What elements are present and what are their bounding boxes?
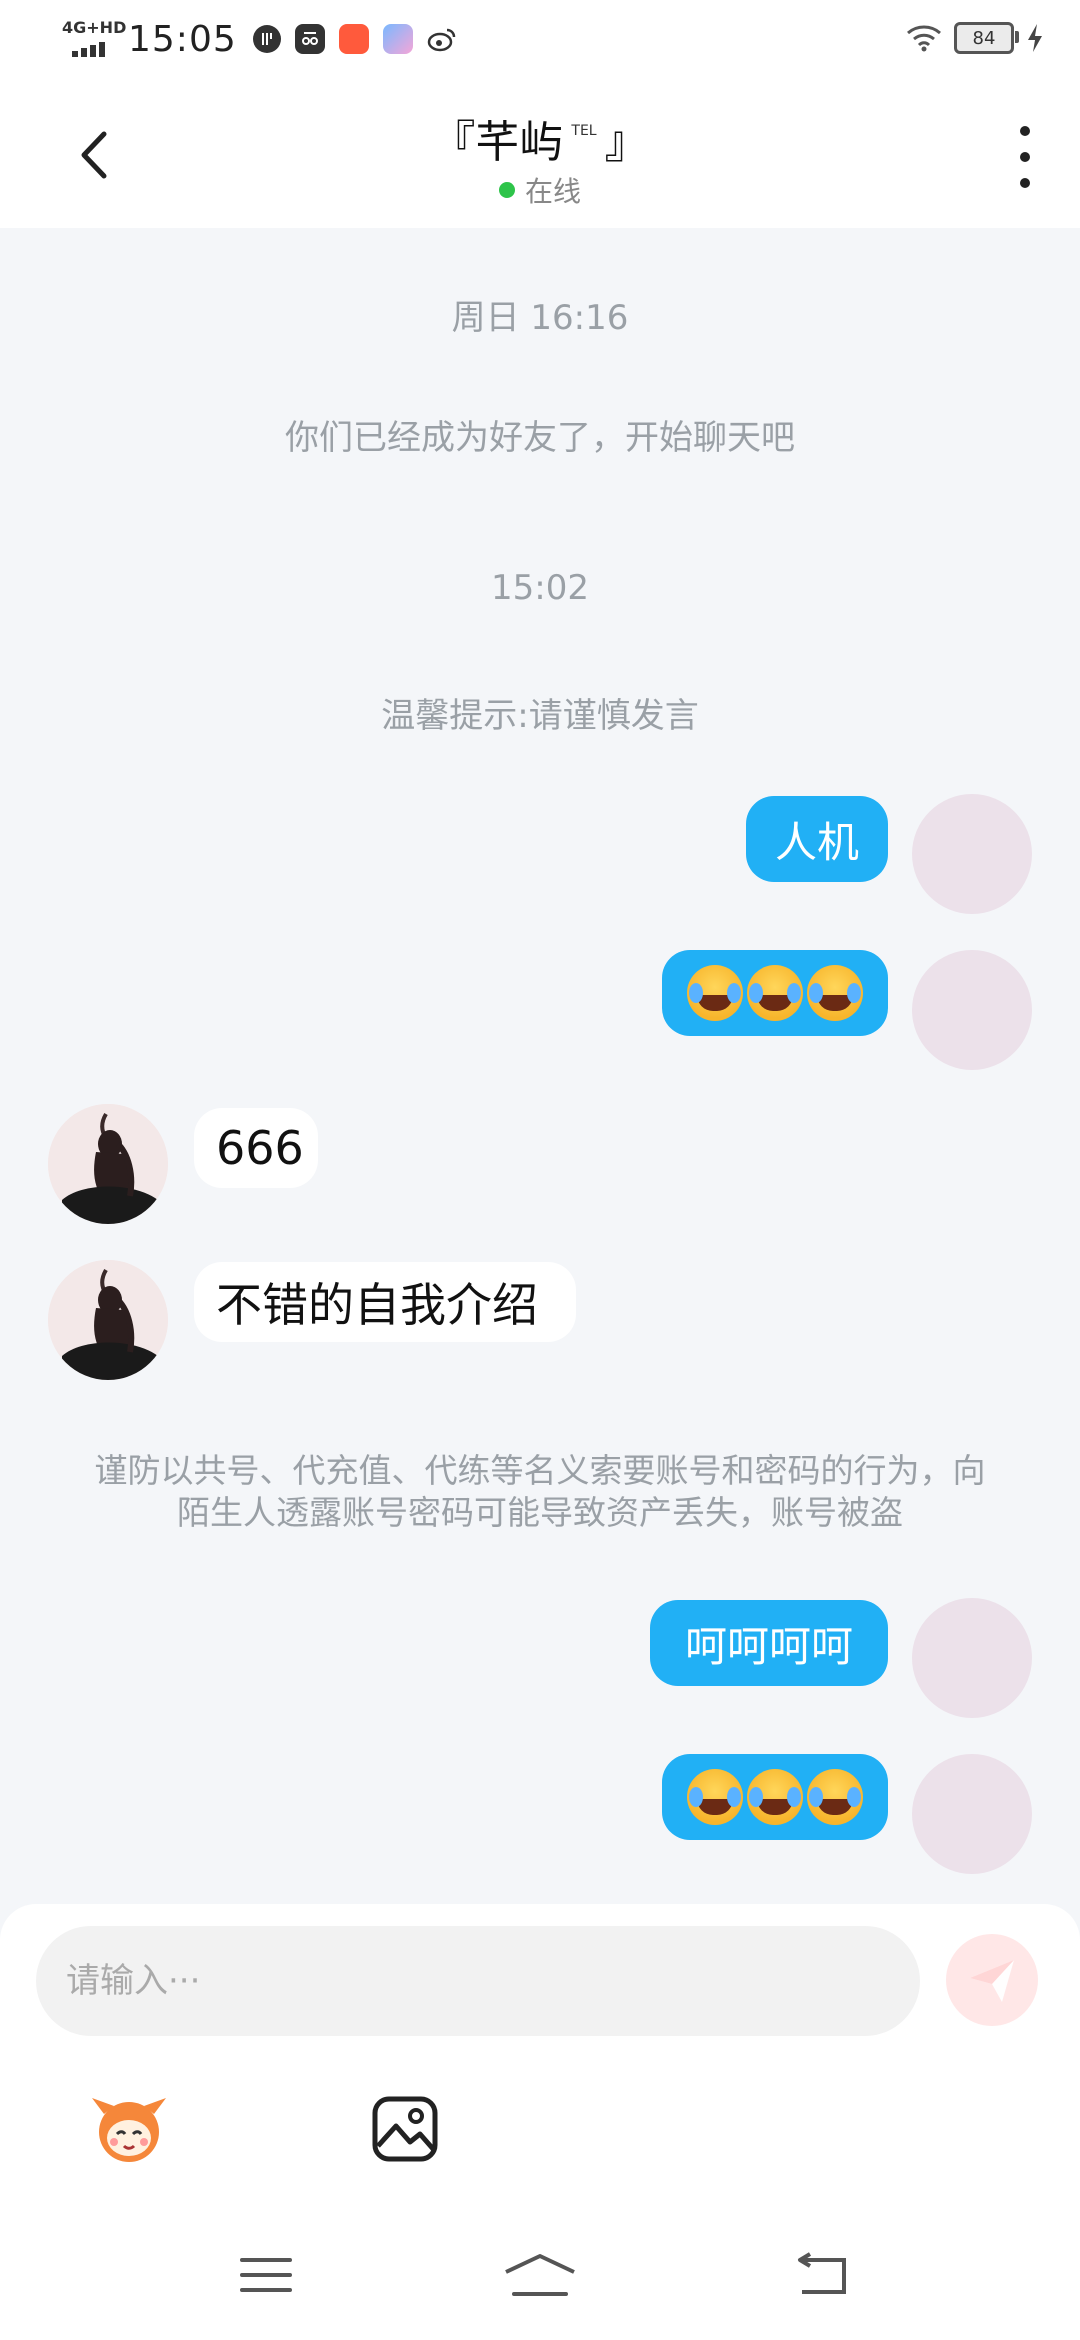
- contact-avatar[interactable]: [48, 1260, 168, 1380]
- more-dot-icon: [1020, 178, 1030, 188]
- status-time: 15:05: [128, 18, 237, 60]
- contact-avatar[interactable]: [48, 1104, 168, 1224]
- girl-figure-icon: [48, 1260, 168, 1380]
- battery-level: 84: [972, 27, 996, 49]
- message-input[interactable]: [36, 1926, 920, 2036]
- return-icon: [798, 2252, 846, 2294]
- my-avatar[interactable]: [912, 794, 1032, 914]
- security-warning: 谨防以共号、代充值、代练等名义索要账号和密码的行为，向陌生人透露账号密码可能导致…: [94, 1451, 986, 1532]
- wifi-icon: [907, 25, 941, 52]
- cellular-signal-icon: 4G+HD: [62, 18, 126, 60]
- laughing-tears-emoji-icon: [807, 1769, 863, 1825]
- chat-header: 『芊屿 TEL 』 在线: [0, 80, 1080, 228]
- laughing-tears-emoji-icon: [687, 965, 743, 1021]
- system-nav-bar: [0, 2220, 1080, 2340]
- sticker-button[interactable]: [84, 2084, 174, 2174]
- message-bubble-incoming[interactable]: 不错的自我介绍: [194, 1262, 576, 1342]
- weibo-icon: [427, 24, 457, 54]
- back-nav-button[interactable]: [790, 2250, 860, 2310]
- menu-icon: [240, 2258, 292, 2292]
- my-avatar[interactable]: [912, 950, 1032, 1070]
- contact-name-close: 』: [604, 117, 649, 168]
- message-bubble-incoming[interactable]: 666: [194, 1108, 318, 1188]
- message-bubble-outgoing[interactable]: 人机: [746, 796, 888, 882]
- battery-icon: 84: [954, 22, 1019, 54]
- more-dot-icon: [1020, 126, 1030, 136]
- my-avatar[interactable]: [912, 1598, 1032, 1718]
- send-button[interactable]: [946, 1934, 1038, 2026]
- timestamp: 15:02: [491, 568, 589, 608]
- network-type: 4G+HD: [62, 18, 127, 37]
- laughing-tears-emoji-icon: [747, 1769, 803, 1825]
- more-dot-icon: [1020, 152, 1030, 162]
- image-icon: [372, 2096, 438, 2162]
- more-options-button[interactable]: [1010, 126, 1040, 188]
- home-icon: [505, 2254, 575, 2296]
- mascot-sticker-icon: [92, 2098, 166, 2162]
- timestamp: 周日 16:16: [451, 298, 629, 338]
- notification-app-icon: [294, 24, 325, 54]
- notification-app-icon: [338, 24, 369, 54]
- online-status-label: 在线: [524, 175, 581, 208]
- laughing-tears-emoji-icon: [687, 1769, 743, 1825]
- notification-app-icon: [382, 24, 413, 54]
- contact-name-text: 『芊屿: [431, 117, 564, 168]
- system-message: 温馨提示:请谨慎发言: [381, 696, 699, 736]
- message-bubble-outgoing[interactable]: [662, 950, 888, 1036]
- status-bar: 4G+HD 15:05 84: [0, 0, 1080, 80]
- system-message: 你们已经成为好友了，开始聊天吧: [285, 418, 795, 458]
- contact-name-sup: TEL: [571, 123, 597, 139]
- paper-plane-icon: [970, 1960, 1014, 2002]
- message-bubble-outgoing[interactable]: [662, 1754, 888, 1840]
- online-dot-icon: [498, 182, 515, 198]
- image-button[interactable]: [360, 2084, 450, 2174]
- laughing-tears-emoji-icon: [807, 965, 863, 1021]
- online-status: 在线: [0, 170, 1080, 210]
- notification-app-icon: [252, 25, 281, 53]
- contact-name: 『芊屿 TEL 』: [0, 106, 1080, 170]
- girl-figure-icon: [48, 1104, 168, 1224]
- message-bubble-outgoing[interactable]: 呵呵呵呵: [650, 1600, 888, 1686]
- charging-icon: [1028, 24, 1042, 52]
- menu-nav-button[interactable]: [236, 2250, 306, 2310]
- my-avatar[interactable]: [912, 1754, 1032, 1874]
- laughing-tears-emoji-icon: [747, 965, 803, 1021]
- home-nav-button[interactable]: [502, 2250, 575, 2310]
